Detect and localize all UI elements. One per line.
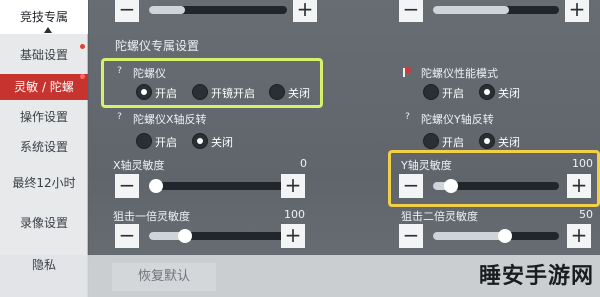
gyroscope-off-label[interactable]: 关闭	[288, 85, 310, 101]
sidebar-item-label: 操作设置	[19, 110, 68, 124]
slider-fill	[433, 6, 509, 14]
help-icon[interactable]: ?	[401, 111, 414, 124]
sidebar-item-label: 隐私	[31, 258, 56, 272]
sidebar-item-privacy[interactable]: 隐私	[0, 256, 88, 278]
gyro-x-invert-off-radio[interactable]	[192, 133, 208, 149]
sniper-2x-decrease-button[interactable]: −	[399, 224, 423, 248]
y-sensitivity-increase-button[interactable]: +	[567, 174, 591, 198]
sidebar-item-basic[interactable]: 基础设置	[0, 46, 88, 68]
y-sensitivity-label: Y轴灵敏度	[401, 159, 452, 172]
gyro-performance-on-radio[interactable]	[423, 84, 439, 100]
watermark-text: 睡安手游网	[478, 264, 594, 289]
x-sensitivity-label: X轴灵敏度	[113, 159, 165, 172]
section-title: 陀螺仪专属设置	[115, 39, 200, 53]
sidebar-item-label: 基础设置	[19, 48, 68, 62]
y-sensitivity-decrease-button[interactable]: −	[399, 174, 423, 198]
sniper-1x-label: 狙击一倍灵敏度	[113, 210, 190, 223]
gyro-y-invert-off-radio[interactable]	[479, 133, 495, 149]
help-icon[interactable]: ?	[113, 65, 126, 78]
gyroscope-scope-radio[interactable]	[192, 84, 208, 100]
slider-track[interactable]	[433, 6, 559, 14]
sidebar-item-label: 灵敏 / 陀螺	[14, 80, 74, 94]
sniper-2x-label: 狙击二倍灵敏度	[401, 210, 478, 223]
gyroscope-label: 陀螺仪	[133, 67, 166, 80]
increase-button[interactable]: +	[565, 0, 589, 22]
gyro-y-invert-off-label[interactable]: 关闭	[498, 134, 520, 150]
sidebar-item-final-hours[interactable]: 最终12小时	[0, 174, 88, 196]
y-sensitivity-slider[interactable]	[433, 179, 559, 193]
restore-default-button[interactable]: 恢复默认	[112, 263, 216, 291]
x-sensitivity-increase-button[interactable]: +	[281, 174, 305, 198]
settings-panel: − + − + 陀螺仪专属设置 ? 陀螺仪 开启 开镜开启 关闭 陀螺仪性能模式…	[89, 0, 600, 297]
help-icon[interactable]: ?	[113, 111, 126, 124]
slider-fill	[433, 232, 505, 240]
flag-icon	[401, 65, 414, 78]
sidebar-item-label: 竞技专属	[19, 10, 68, 24]
gyroscope-scope-label[interactable]: 开镜开启	[211, 85, 255, 101]
sidebar-item-controls[interactable]: 操作设置	[0, 108, 88, 130]
sniper-1x-increase-button[interactable]: +	[281, 224, 305, 248]
sniper-2x-slider[interactable]	[433, 229, 559, 243]
gyro-y-invert-on-label[interactable]: 开启	[442, 134, 464, 150]
sidebar: 竞技专属 基础设置 灵敏 / 陀螺 操作设置 系统设置 最终12小时 录像设置	[0, 0, 88, 297]
gyro-y-invert-on-radio[interactable]	[423, 133, 439, 149]
x-sensitivity-value: 0	[300, 157, 307, 170]
active-indicator-icon	[44, 27, 52, 33]
sidebar-item-sensitivity[interactable]: 灵敏 / 陀螺	[0, 74, 88, 100]
slider-fill	[149, 6, 185, 14]
notification-dot-icon	[80, 74, 85, 79]
x-sensitivity-decrease-button[interactable]: −	[115, 174, 139, 198]
slider-knob[interactable]	[149, 179, 163, 193]
gyro-performance-label: 陀螺仪性能模式	[421, 67, 498, 80]
slider-knob[interactable]	[444, 179, 458, 193]
sidebar-item-label: 系统设置	[19, 140, 68, 154]
gyro-x-invert-off-label[interactable]: 关闭	[211, 134, 233, 150]
sniper-1x-decrease-button[interactable]: −	[115, 224, 139, 248]
sniper-2x-increase-button[interactable]: +	[567, 224, 591, 248]
slider-knob[interactable]	[498, 229, 512, 243]
sidebar-item-label: 最终12小时	[12, 176, 76, 190]
gyroscope-off-radio[interactable]	[269, 84, 285, 100]
gyro-performance-off-label[interactable]: 关闭	[498, 85, 520, 101]
decrease-button[interactable]: −	[115, 0, 139, 22]
notification-dot-icon	[80, 44, 85, 49]
gyroscope-on-radio[interactable]	[136, 84, 152, 100]
slider-knob[interactable]	[178, 229, 192, 243]
sniper-1x-value: 100	[284, 208, 305, 221]
gyro-x-invert-label: 陀螺仪X轴反转	[133, 113, 207, 126]
sidebar-item-recording[interactable]: 录像设置	[0, 214, 88, 236]
sidebar-item-label: 录像设置	[19, 216, 68, 230]
gyro-y-invert-label: 陀螺仪Y轴反转	[421, 113, 494, 126]
gyro-x-invert-on-label[interactable]: 开启	[155, 134, 177, 150]
gyroscope-on-label[interactable]: 开启	[155, 85, 177, 101]
sniper-1x-slider[interactable]	[149, 229, 287, 243]
x-sensitivity-slider[interactable]	[149, 179, 287, 193]
increase-button[interactable]: +	[293, 0, 317, 22]
gyro-performance-on-label[interactable]: 开启	[442, 85, 464, 101]
gyro-x-invert-on-radio[interactable]	[136, 133, 152, 149]
y-sensitivity-value: 100	[572, 157, 593, 170]
sniper-2x-value: 50	[579, 208, 593, 221]
slider-track[interactable]	[149, 6, 287, 14]
gyro-performance-off-radio[interactable]	[479, 84, 495, 100]
sidebar-item-system[interactable]: 系统设置	[0, 138, 88, 160]
decrease-button[interactable]: −	[399, 0, 423, 22]
